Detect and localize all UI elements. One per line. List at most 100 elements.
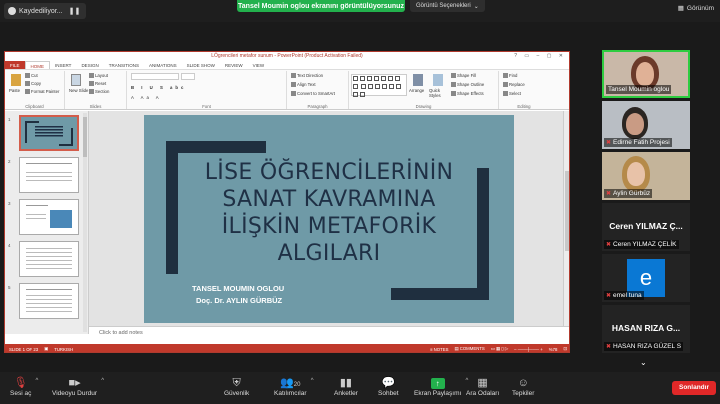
format-painter-button[interactable]: Format Painter [25, 89, 59, 95]
chevron-down-icon: ⌄ [473, 3, 479, 10]
notes-toggle[interactable]: ≡ NOTES [430, 347, 449, 352]
ppt-workspace: 1 2 3 4 5 LİSE ÖĞRENCİLERİNİN SANAT KAVR… [5, 111, 569, 338]
chevron-up-icon[interactable]: ^ [311, 378, 314, 384]
find-icon [503, 73, 508, 79]
zoom-window: Kaydediliyor... ❚❚ Tansel Moumin oglou e… [0, 0, 720, 404]
participant-tile[interactable]: HASAN RIZA G... ✖ HASAN RIZA GÜZEL S [602, 305, 690, 353]
paste-icon[interactable] [11, 74, 21, 86]
replace-button[interactable]: Replace [503, 82, 525, 88]
tab-review[interactable]: REVIEW [220, 61, 248, 69]
zoom-slider[interactable]: – ───┼─── + [514, 347, 543, 352]
view-button[interactable]: ▦ Görünüm [678, 4, 714, 13]
new-slide-button[interactable]: New Slide [69, 88, 88, 93]
reactions-button[interactable]: ☺ Tepkiler [512, 376, 534, 397]
slide-thumbnail-2[interactable] [19, 157, 79, 193]
pause-icon[interactable]: ❚❚ [69, 7, 81, 15]
font-color-buttons[interactable]: A Aa A [131, 95, 162, 100]
unmute-button[interactable]: 🎙 Sesi aç ^ [10, 376, 38, 397]
view-mode-icons[interactable]: ▭ ▦ ▯ ▷ [491, 346, 508, 352]
window-controls[interactable]: ? ▭ – ▢ ✕ [514, 52, 566, 61]
align-text-button[interactable]: Align Text [291, 82, 316, 88]
muted-mic-icon: ✖ [606, 191, 612, 197]
convert-smartart-button[interactable]: Convert to SmartArt [291, 91, 335, 97]
participants-icon: 👥20 [280, 377, 301, 389]
font-label: Font [202, 104, 211, 109]
fit-slide-icon[interactable]: ⊡ [563, 346, 567, 352]
font-name-input[interactable] [131, 73, 179, 80]
tab-slide-show[interactable]: SLIDE SHOW [182, 61, 220, 69]
arrange-icon[interactable] [413, 74, 423, 86]
stop-video-button[interactable]: ■▸ Videoyu Durdur ^ [52, 376, 104, 397]
find-button[interactable]: Find [503, 73, 517, 79]
recording-label: Kaydediliyor... [19, 7, 63, 15]
participant-tile[interactable]: ✖ Aylin Gürbüz [602, 152, 690, 200]
tab-file[interactable]: FILE [5, 61, 25, 69]
spellcheck-icon[interactable]: ▣ [44, 346, 48, 352]
align-text-icon [291, 82, 296, 88]
gallery-scroll-down-icon[interactable]: ⌄ [640, 358, 647, 367]
layout-button[interactable]: Layout [89, 73, 108, 79]
shape-effects-button[interactable]: Shape Effects [451, 91, 484, 97]
quick-styles-button[interactable]: Quick Styles [429, 88, 447, 98]
tab-design[interactable]: DESIGN [76, 61, 103, 69]
new-slide-icon[interactable] [71, 74, 81, 86]
font-style-buttons[interactable]: B I U S abc [131, 85, 186, 90]
select-button[interactable]: Select [503, 91, 521, 97]
share-screen-icon: ↑ [430, 378, 445, 389]
tab-animations[interactable]: ANIMATIONS [144, 61, 182, 69]
tab-insert[interactable]: INSERT [50, 61, 76, 69]
participant-tile[interactable]: ✖ Edirne Fatih Projesi [602, 101, 690, 149]
share-screen-button[interactable]: ↑ Ekran Paylaşımı ^ [414, 376, 468, 397]
security-button[interactable]: ⛨ Güvenlik [224, 376, 249, 397]
participants-button[interactable]: 👥20 Katılımcılar ^ [274, 376, 314, 397]
replace-icon [503, 82, 508, 88]
participant-name: ✖ Aylin Gürbüz [604, 189, 653, 198]
tab-view[interactable]: VIEW [248, 61, 270, 69]
participant-name: ✖ Ceren YILMAZ ÇELİK [604, 240, 679, 249]
participant-tile[interactable]: e ✖ emel tuna [602, 254, 690, 302]
share-banner: Tansel Moumin oglou ekranını görüntülüyo… [237, 0, 405, 12]
tab-transitions[interactable]: TRANSITIONS [104, 61, 144, 69]
reset-button[interactable]: Reset [89, 81, 106, 87]
slide-thumbnail-5[interactable] [19, 283, 79, 319]
font-size-input[interactable] [181, 73, 195, 80]
recording-indicator[interactable]: Kaydediliyor... ❚❚ [4, 3, 87, 19]
slide-counter: SLIDE 1 OF 23 [9, 346, 39, 352]
view-options-button[interactable]: Görüntü Seçenekleri ⌄ [410, 0, 485, 12]
slide-thumbnail-3[interactable] [19, 199, 79, 235]
thumbnails-scrollbar[interactable] [83, 113, 87, 332]
paste-button[interactable]: Paste [9, 88, 20, 93]
current-slide[interactable]: LİSE ÖĞRENCİLERİNİN SANAT KAVRAMINA İLİŞ… [144, 115, 514, 323]
muted-mic-icon: ✖ [606, 293, 612, 299]
shared-powerpoint-window: LÖgrencileri metafor sunum - PowerPoint … [4, 51, 570, 353]
shape-fill-button[interactable]: Shape Fill [451, 73, 476, 79]
muted-mic-icon: ✖ [606, 344, 612, 350]
fill-icon [451, 73, 456, 79]
chevron-up-icon[interactable]: ^ [101, 378, 104, 384]
quick-styles-icon[interactable] [433, 74, 443, 86]
arrange-button[interactable]: Arrange [409, 88, 424, 93]
section-button[interactable]: Section [89, 89, 109, 95]
slide-thumbnail-1[interactable] [19, 115, 79, 151]
end-meeting-button[interactable]: Sonlandır [672, 381, 716, 395]
participant-tile[interactable]: Tansel Moumin oglou [602, 50, 690, 98]
polls-button[interactable]: ▮▮ Anketler [334, 376, 358, 397]
comments-toggle[interactable]: ▤ COMMENTS [454, 346, 484, 352]
participant-tile[interactable]: Ceren YILMAZ Ç... ✖ Ceren YILMAZ ÇELİK [602, 203, 690, 251]
copy-button[interactable]: Copy [25, 81, 41, 87]
slide-thumbnail-4[interactable] [19, 241, 79, 277]
tab-home[interactable]: HOME [24, 61, 51, 69]
cut-button[interactable]: Cut [25, 73, 38, 79]
text-direction-button[interactable]: Text Direction [291, 73, 323, 79]
select-icon [503, 91, 508, 97]
breakout-rooms-button[interactable]: ▦ Ara Odaları [466, 376, 499, 397]
chevron-up-icon[interactable]: ^ [36, 378, 39, 384]
shape-outline-button[interactable]: Shape Outline [451, 82, 484, 88]
slide-scrollbar[interactable] [563, 111, 569, 326]
chat-button[interactable]: 💬 Sohbet [378, 376, 399, 397]
participant-big-name: HASAN RIZA G... [611, 323, 681, 333]
slide-title: LİSE ÖĞRENCİLERİNİN SANAT KAVRAMINA İLİŞ… [204, 160, 454, 266]
notes-pane[interactable]: Click to add notes [89, 326, 569, 338]
shapes-gallery[interactable] [351, 74, 407, 97]
participant-name: Tansel Moumin oglou [606, 85, 672, 94]
